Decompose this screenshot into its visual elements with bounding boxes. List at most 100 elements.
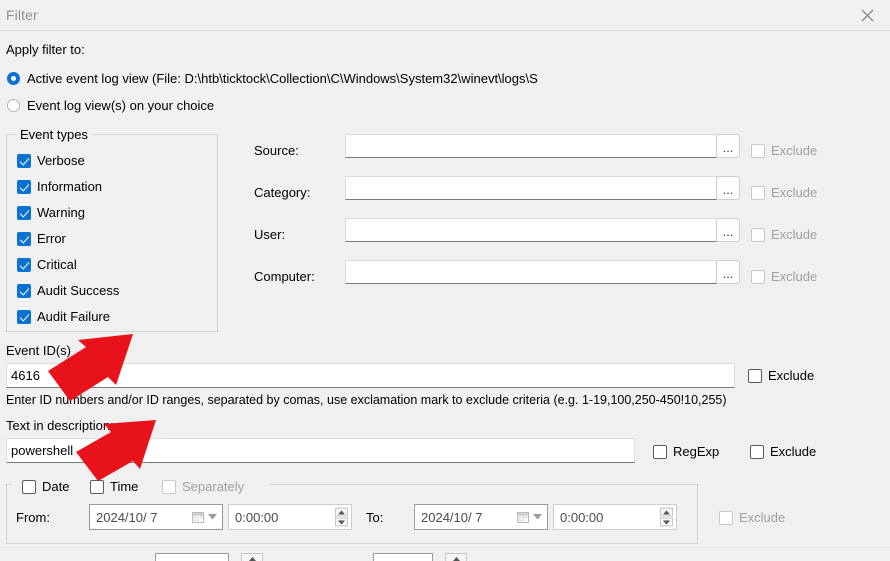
from-time-stepper-up[interactable] bbox=[335, 508, 348, 517]
window-titlebar: Filter bbox=[0, 0, 890, 31]
source-exclude-checkbox[interactable]: Exclude bbox=[751, 143, 817, 158]
description-regexp-checkbox[interactable]: RegExp bbox=[653, 444, 719, 459]
window-title: Filter bbox=[6, 7, 38, 23]
source-exclude-label: Exclude bbox=[771, 143, 817, 158]
checkbox-warning[interactable]: Warning bbox=[17, 205, 85, 220]
checkbox-label-date: Date bbox=[42, 479, 69, 494]
source-browse-button[interactable]: ... bbox=[716, 134, 740, 158]
category-input[interactable] bbox=[345, 176, 717, 200]
checkbox-label-audit-failure: Audit Failure bbox=[37, 309, 110, 324]
checkbox-label-error: Error bbox=[37, 231, 66, 246]
category-browse-button[interactable]: ... bbox=[716, 176, 740, 200]
to-time-input[interactable]: 0:00:00 bbox=[553, 504, 677, 530]
from-time-stepper[interactable] bbox=[335, 508, 348, 527]
description-label: Text in description: bbox=[6, 418, 114, 433]
to-time-stepper-up[interactable] bbox=[660, 508, 673, 517]
checkbox-indicator-warning bbox=[17, 206, 31, 220]
checkbox-indicator-event-id-exclude bbox=[748, 369, 762, 383]
source-input[interactable] bbox=[345, 134, 717, 158]
computer-exclude-label: Exclude bbox=[771, 269, 817, 284]
from-time-stepper-down[interactable] bbox=[335, 518, 348, 527]
to-time-stepper-down[interactable] bbox=[660, 518, 673, 527]
apply-filter-label: Apply filter to: bbox=[6, 42, 85, 57]
checkbox-time[interactable]: Time bbox=[90, 479, 138, 494]
user-input[interactable] bbox=[345, 218, 717, 242]
checkbox-indicator-computer-exclude bbox=[751, 270, 765, 284]
description-regexp-label: RegExp bbox=[673, 444, 719, 459]
arrow-down-icon bbox=[338, 520, 345, 524]
checkbox-indicator-regexp bbox=[653, 445, 667, 459]
checkbox-audit-success[interactable]: Audit Success bbox=[17, 283, 119, 298]
computer-input[interactable] bbox=[345, 260, 717, 284]
arrow-up-icon bbox=[249, 557, 256, 561]
radio-indicator-choice-view bbox=[7, 99, 20, 112]
to-time-value: 0:00:00 bbox=[560, 510, 603, 525]
from-label: From: bbox=[16, 510, 50, 525]
to-label: To: bbox=[366, 510, 383, 525]
event-id-hint: Enter ID numbers and/or ID ranges, separ… bbox=[6, 393, 727, 407]
arrow-up-icon bbox=[453, 557, 460, 561]
arrow-up-icon bbox=[338, 510, 345, 514]
arrow-down-icon bbox=[663, 520, 670, 524]
checkbox-indicator-information bbox=[17, 180, 31, 194]
checkbox-indicator-verbose bbox=[17, 154, 31, 168]
from-time-value: 0:00:00 bbox=[235, 510, 278, 525]
checkbox-indicator-user-exclude bbox=[751, 228, 765, 242]
checkbox-indicator-description-exclude bbox=[750, 445, 764, 459]
checkbox-critical[interactable]: Critical bbox=[17, 257, 77, 272]
radio-indicator-active-view bbox=[7, 72, 20, 85]
checkbox-date[interactable]: Date bbox=[22, 479, 69, 494]
user-browse-button[interactable]: ... bbox=[716, 218, 740, 242]
checkbox-indicator-audit-failure bbox=[17, 310, 31, 324]
checkbox-indicator-audit-success bbox=[17, 284, 31, 298]
user-exclude-checkbox[interactable]: Exclude bbox=[751, 227, 817, 242]
category-exclude-checkbox[interactable]: Exclude bbox=[751, 185, 817, 200]
to-date-input[interactable]: 2024/10/ 7 bbox=[414, 504, 548, 530]
description-exclude-label: Exclude bbox=[770, 444, 816, 459]
radio-active-event-log-view[interactable]: Active event log view (File: D:\htb\tick… bbox=[7, 71, 538, 86]
close-icon bbox=[861, 9, 874, 22]
datetime-exclude-checkbox[interactable]: Exclude bbox=[719, 510, 785, 525]
event-id-exclude-checkbox[interactable]: Exclude bbox=[748, 368, 814, 383]
event-id-label: Event ID(s) bbox=[6, 343, 71, 358]
checkbox-label-information: Information bbox=[37, 179, 102, 194]
bottom-separator bbox=[0, 547, 890, 548]
checkbox-label-separately: Separately bbox=[182, 479, 244, 494]
checkbox-information[interactable]: Information bbox=[17, 179, 102, 194]
datetime-exclude-label: Exclude bbox=[739, 510, 785, 525]
checkbox-indicator-category-exclude bbox=[751, 186, 765, 200]
chevron-down-icon[interactable] bbox=[208, 514, 217, 520]
checkbox-label-time: Time bbox=[110, 479, 138, 494]
event-id-exclude-label: Exclude bbox=[768, 368, 814, 383]
computer-browse-button[interactable]: ... bbox=[716, 260, 740, 284]
checkbox-separately[interactable]: Separately bbox=[162, 479, 244, 494]
checkbox-indicator-critical bbox=[17, 258, 31, 272]
from-date-input[interactable]: 2024/10/ 7 bbox=[89, 504, 223, 530]
checkbox-label-verbose: Verbose bbox=[37, 153, 85, 168]
checkbox-indicator-separately bbox=[162, 480, 176, 494]
event-types-legend: Event types bbox=[16, 127, 92, 142]
category-exclude-label: Exclude bbox=[771, 185, 817, 200]
close-button[interactable] bbox=[844, 0, 890, 30]
checkbox-indicator-datetime-exclude bbox=[719, 511, 733, 525]
computer-exclude-checkbox[interactable]: Exclude bbox=[751, 269, 817, 284]
computer-label: Computer: bbox=[254, 269, 315, 284]
user-label: User: bbox=[254, 227, 285, 242]
source-label: Source: bbox=[254, 143, 299, 158]
checkbox-indicator-source-exclude bbox=[751, 144, 765, 158]
chevron-down-icon[interactable] bbox=[533, 514, 542, 520]
user-exclude-label: Exclude bbox=[771, 227, 817, 242]
description-exclude-checkbox[interactable]: Exclude bbox=[750, 444, 816, 459]
checkbox-error[interactable]: Error bbox=[17, 231, 66, 246]
arrow-up-icon bbox=[663, 510, 670, 514]
description-input[interactable]: powershell bbox=[6, 438, 635, 463]
checkbox-label-audit-success: Audit Success bbox=[37, 283, 119, 298]
radio-event-log-views-choice[interactable]: Event log view(s) on your choice bbox=[7, 98, 214, 113]
to-time-stepper[interactable] bbox=[660, 508, 673, 527]
checkbox-audit-failure[interactable]: Audit Failure bbox=[17, 309, 110, 324]
from-time-input[interactable]: 0:00:00 bbox=[228, 504, 352, 530]
event-id-input[interactable]: 4616 bbox=[6, 363, 735, 388]
checkbox-indicator-error bbox=[17, 232, 31, 246]
radio-label-choice-view: Event log view(s) on your choice bbox=[27, 98, 214, 113]
checkbox-verbose[interactable]: Verbose bbox=[17, 153, 85, 168]
